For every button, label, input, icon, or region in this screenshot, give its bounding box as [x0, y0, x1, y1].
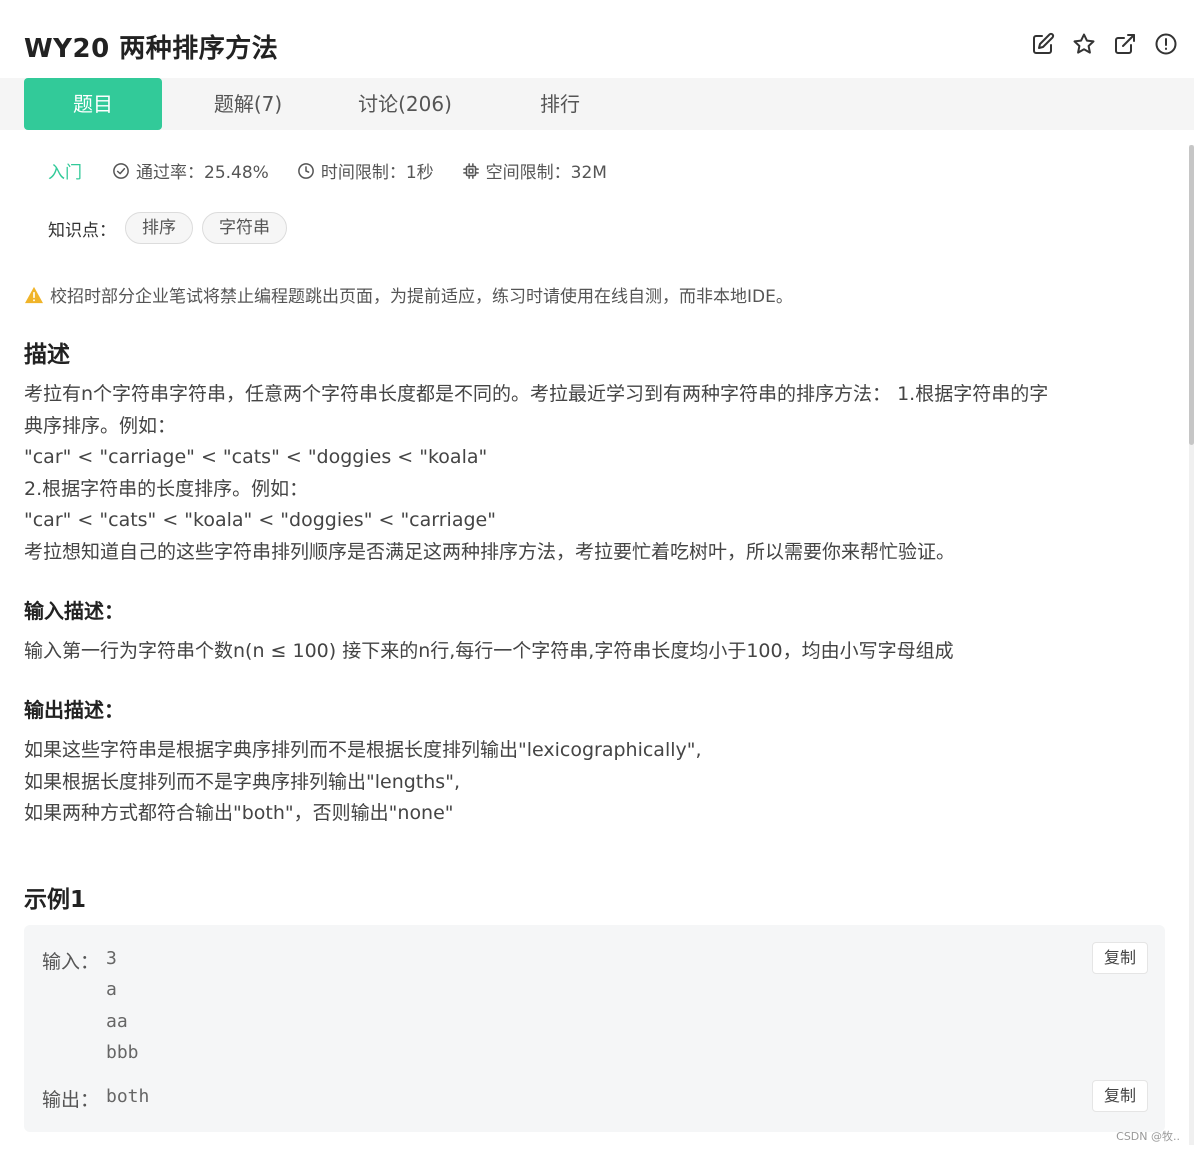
output-desc-body: 如果这些字符串是根据字典序排列而不是根据长度排列输出"lexicographic…: [24, 735, 1164, 830]
star-icon[interactable]: [1072, 32, 1096, 56]
description-line: 2.根据字符串的长度排序。例如：: [24, 477, 309, 500]
check-circle-icon: [113, 162, 129, 179]
input-desc-body: 输入第一行为字符串个数n(n ≤ 100) 接下来的n行,每行一个字符串,字符串…: [24, 636, 1164, 668]
scrollbar-thumb[interactable]: [1189, 145, 1194, 445]
header-actions: [1031, 32, 1178, 56]
example-input-value: 3 a aa bbb: [106, 948, 139, 1063]
time-limit: 时间限制：1秒: [297, 158, 434, 183]
ide-warning: 校招时部分企业笔试将禁止编程题跳出页面，为提前适应，练习时请使用在线自测，而非本…: [24, 282, 793, 307]
copy-output-button[interactable]: 复制: [1092, 1080, 1148, 1112]
example-heading: 示例1: [24, 887, 87, 913]
knowledge-points: 知识点： 排序 字符串: [48, 212, 287, 244]
warning-text: 校招时部分企业笔试将禁止编程题跳出页面，为提前适应，练习时请使用在线自测，而非本…: [50, 287, 793, 307]
chip-icon: [462, 162, 479, 179]
description-heading: 描述: [24, 342, 70, 368]
description-line: 考拉有n个字符串字符串，任意两个字符串长度都是不同的。考拉最近学习到有两种字符串…: [24, 383, 1049, 405]
space-limit: 空间限制：32M: [462, 158, 607, 183]
external-link-icon[interactable]: [1113, 32, 1137, 56]
pass-rate-text: 通过率：25.48%: [136, 163, 269, 183]
description-line: "car" < "carriage" < "cats" < "doggies <…: [24, 446, 488, 468]
tab-ranking[interactable]: 排行: [520, 78, 600, 130]
tab-solutions[interactable]: 题解(7): [188, 78, 308, 130]
input-desc-heading: 输入描述：: [24, 599, 124, 623]
time-limit-text: 时间限制：1秒: [320, 163, 434, 183]
description-line: "car" < "cats" < "koala" < "doggies" < "…: [24, 509, 496, 531]
description-line: 典序排序。例如：: [24, 414, 177, 437]
input-desc-text: 输入第一行为字符串个数n(n ≤ 100) 接下来的n行,每行一个字符串,字符串…: [24, 640, 954, 662]
copy-input-button[interactable]: 复制: [1092, 942, 1148, 974]
output-desc-line: 如果这些字符串是根据字典序排列而不是根据长度排列输出"lexicographic…: [24, 739, 702, 761]
edit-icon[interactable]: [1031, 32, 1055, 56]
example-box: 输入： 3 a aa bbb 复制 输出： both 复制: [24, 925, 1165, 1132]
output-desc-heading: 输出描述：: [24, 698, 124, 722]
tab-problem[interactable]: 题目: [24, 78, 162, 130]
tab-bar: 题目 题解(7) 讨论(206) 排行: [0, 78, 1194, 130]
warning-icon: [25, 286, 43, 303]
clock-icon: [297, 162, 314, 179]
example-output-label: 输出：: [42, 1089, 100, 1111]
space-limit-text: 空间限制：32M: [485, 163, 607, 183]
output-desc-line: 如果根据长度排列而不是字典序排列输出"lengths",: [24, 770, 460, 793]
output-desc-line: 如果两种方式都符合输出"both"，否则输出"none": [24, 802, 454, 824]
tag-string[interactable]: 字符串: [202, 212, 287, 244]
description-body: 考拉有n个字符串字符串，任意两个字符串长度都是不同的。考拉最近学习到有两种字符串…: [24, 379, 1164, 568]
pass-rate: 通过率：25.48%: [112, 158, 269, 183]
page-header: WY20 两种排序方法: [0, 0, 1194, 78]
problem-meta: 入门 通过率：25.48% 时间限制：1秒 空间限制：32M: [48, 158, 607, 183]
tab-discussion[interactable]: 讨论(206): [340, 78, 470, 130]
report-icon[interactable]: [1154, 32, 1178, 56]
example-output-value: both: [106, 1086, 150, 1107]
knowledge-label: 知识点：: [48, 220, 116, 241]
problem-title: WY20 两种排序方法: [24, 34, 279, 64]
example-input-label: 输入：: [42, 951, 100, 973]
tag-sorting[interactable]: 排序: [125, 212, 193, 244]
watermark: CSDN @牧..: [1116, 1130, 1180, 1143]
description-line: 考拉想知道自己的这些字符串排列顺序是否满足这两种排序方法，考拉要忙着吃树叶，所以…: [24, 540, 956, 563]
difficulty-level: 入门: [48, 163, 82, 183]
